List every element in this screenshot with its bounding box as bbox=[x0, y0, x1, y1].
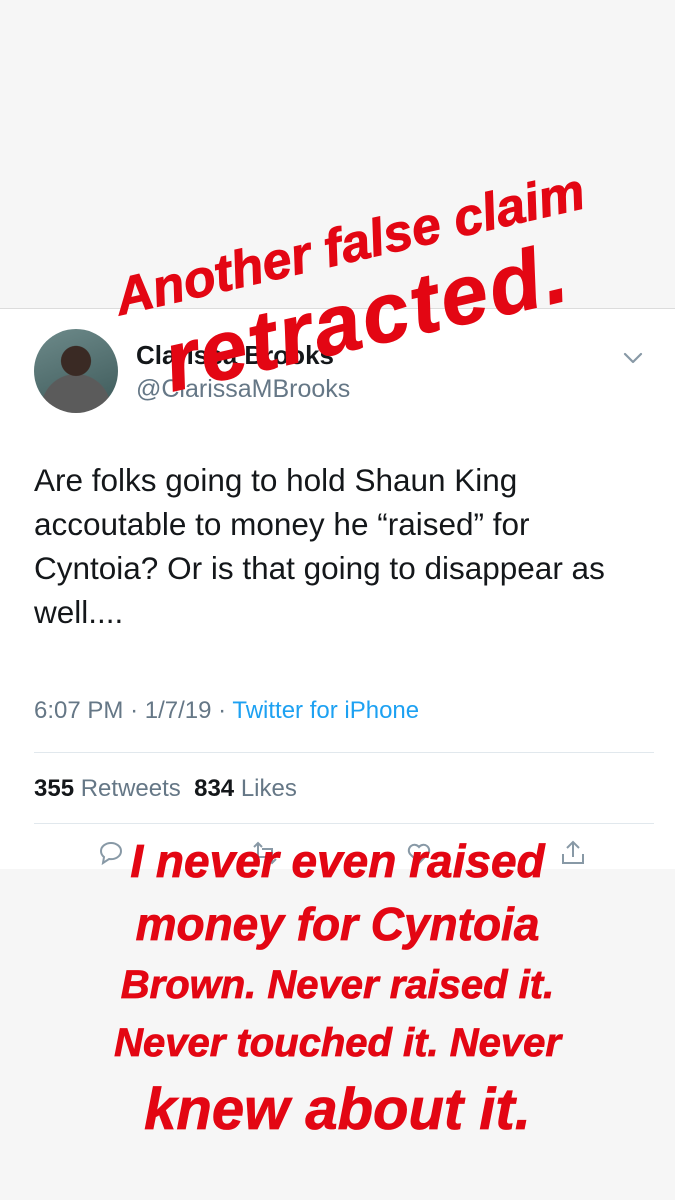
likes-count: 834 bbox=[194, 775, 235, 802]
meta-separator: · bbox=[130, 697, 139, 724]
likes-label: Likes bbox=[240, 775, 297, 802]
tweet-text: Are folks going to hold Shaun King accou… bbox=[34, 462, 605, 630]
caption-line: Brown. Never raised it. bbox=[120, 963, 555, 1008]
retweets-count: 355 bbox=[34, 775, 75, 802]
tweet-time: 6:07 PM bbox=[34, 697, 124, 724]
tweet-date: 1/7/19 bbox=[144, 697, 212, 724]
chevron-down-icon[interactable] bbox=[620, 345, 646, 371]
likes-stat[interactable]: 834 Likes bbox=[194, 775, 297, 802]
caption-line: Never touched it. Never bbox=[114, 1021, 562, 1066]
tweet-source-link[interactable]: Twitter for iPhone bbox=[232, 697, 419, 724]
retweets-label: Retweets bbox=[80, 775, 181, 802]
caption-line: I never even raised bbox=[130, 835, 545, 888]
tweet-stats: 355 Retweets 834 Likes bbox=[34, 775, 297, 803]
tweet-metadata: 6:07 PM · 1/7/19 · Twitter for iPhone bbox=[34, 697, 419, 725]
caption-line: knew about it. bbox=[144, 1077, 531, 1143]
divider bbox=[34, 752, 654, 753]
caption-line: money for Cyntoia bbox=[135, 898, 540, 951]
retweets-stat[interactable]: 355 Retweets bbox=[34, 775, 181, 802]
meta-separator: · bbox=[218, 697, 227, 724]
overlay-caption-text: I never even raised money for Cyntoia Br… bbox=[0, 830, 675, 1148]
divider bbox=[34, 823, 654, 824]
